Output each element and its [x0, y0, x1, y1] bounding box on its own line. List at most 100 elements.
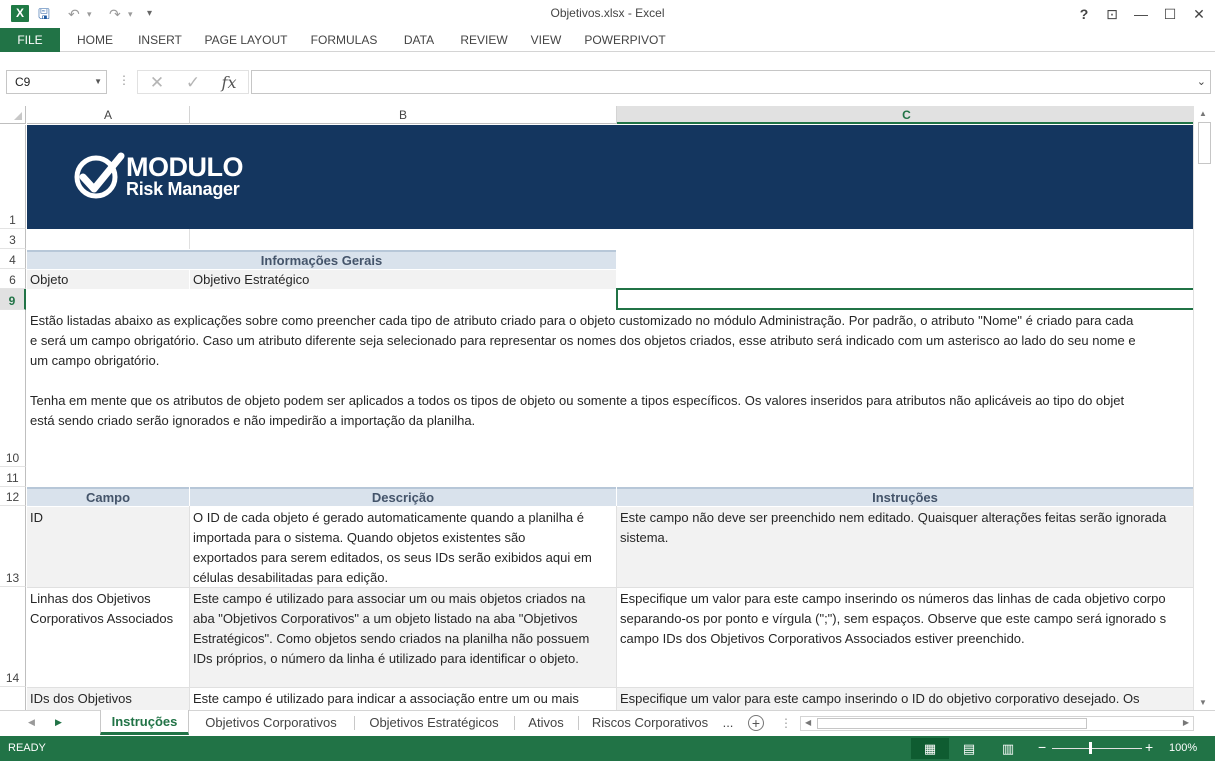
vertical-scroll-thumb[interactable] [1198, 122, 1211, 164]
row-header-15[interactable] [0, 687, 26, 710]
tab-view[interactable]: VIEW [523, 28, 569, 52]
close-icon[interactable]: ✕ [1185, 3, 1213, 25]
minimize-icon[interactable]: — [1127, 3, 1155, 25]
table-cell-campo[interactable]: Linhas dos Objetivos Corporativos Associ… [27, 588, 189, 687]
zoom-level[interactable]: 100% [1169, 742, 1197, 754]
scroll-left-icon[interactable]: ◀ [805, 718, 811, 727]
scroll-down-icon[interactable]: ▼ [1199, 698, 1207, 707]
previous-sheet-icon[interactable]: ◀ [28, 717, 35, 728]
table-header-descricao[interactable]: Descrição [190, 487, 616, 506]
table-cell-instrucoes[interactable]: Especifique um valor para este campo ins… [617, 588, 1193, 687]
info-label-cell[interactable]: Objeto [27, 270, 189, 289]
select-all-corner[interactable] [0, 106, 26, 124]
row-header-3[interactable]: 3 [0, 229, 26, 249]
formula-bar: C9 ▼ ⋮ ✕ ✓ fx ⌄ [0, 52, 1215, 106]
tab-data[interactable]: DATA [394, 28, 444, 52]
row-header-11[interactable]: 11 [0, 467, 26, 487]
table-cell-campo[interactable]: IDs dos Objetivos [27, 688, 189, 710]
scroll-up-icon[interactable]: ▲ [1199, 109, 1207, 118]
sheet-tab-objetivos-estrategicos[interactable]: Objetivos Estratégicos [359, 711, 509, 735]
row-header-14[interactable]: 14 [0, 587, 26, 687]
row-header-9[interactable]: 9 [0, 289, 26, 310]
sheet-tab-bar: ◀ ▶ Instruções Objetivos Corporativos Ob… [0, 710, 1215, 736]
row-header-10[interactable]: 10 [0, 310, 26, 467]
gridline [27, 687, 1193, 688]
maximize-icon[interactable]: ☐ [1156, 3, 1184, 25]
sheet-tab-objetivos-corporativos[interactable]: Objetivos Corporativos [193, 711, 349, 735]
zoom-slider-track[interactable] [1052, 748, 1142, 749]
tab-file[interactable]: FILE [0, 28, 60, 52]
table-cell-instrucoes[interactable]: Este campo não deve ser preenchido nem e… [617, 507, 1193, 587]
sheet-tab-ativos[interactable]: Ativos [519, 711, 573, 735]
tab-insert[interactable]: INSERT [131, 28, 189, 52]
scroll-right-icon[interactable]: ▶ [1183, 718, 1189, 727]
row-header-12[interactable]: 12 [0, 487, 26, 506]
tab-review[interactable]: REVIEW [454, 28, 514, 52]
confirm-entry-icon[interactable]: ✓ [178, 72, 208, 94]
row-header-6[interactable]: 6 [0, 269, 26, 289]
page-break-view-icon[interactable]: ▥ [989, 738, 1027, 759]
info-value-cell[interactable]: Objetivo Estratégico [190, 270, 616, 289]
table-cell-instrucoes[interactable]: Especifique um valor para este campo ins… [617, 688, 1193, 710]
worksheet-grid[interactable]: A B C 1 3 4 6 9 10 11 12 13 14 MODULO Ri… [0, 106, 1193, 710]
zoom-in-icon[interactable]: + [1145, 739, 1153, 755]
next-sheet-icon[interactable]: ▶ [55, 717, 62, 728]
table-cell-campo[interactable]: ID [27, 507, 189, 587]
title-bar: X 🖫 ↶ ▾ ↷ ▾ ▾ Objetivos.xlsx - Excel ? ⊡… [0, 0, 1215, 28]
name-box-dropdown-icon[interactable]: ▼ [94, 71, 102, 93]
column-header-c[interactable]: C [617, 106, 1193, 124]
row-header-13[interactable]: 13 [0, 506, 26, 587]
window-title: Objetivos.xlsx - Excel [550, 6, 665, 20]
row-header-4[interactable]: 4 [0, 249, 26, 269]
modulo-check-icon [74, 152, 125, 199]
gridline [189, 506, 190, 710]
expand-formula-bar-icon[interactable]: ⌄ [1197, 75, 1206, 88]
formula-input[interactable]: ⌄ [251, 70, 1211, 94]
page-layout-view-icon[interactable]: ▤ [950, 738, 988, 759]
help-icon[interactable]: ? [1070, 3, 1098, 25]
sheet-tab-instrucoes[interactable]: Instruções [100, 710, 189, 735]
normal-view-icon[interactable]: ▦ [911, 738, 949, 759]
tab-page-layout[interactable]: PAGE LAYOUT [198, 28, 294, 52]
gridline [616, 506, 617, 710]
more-sheets-button[interactable]: ... [718, 711, 738, 735]
ribbon-display-options-icon[interactable]: ⊡ [1098, 3, 1126, 25]
name-box[interactable]: C9 ▼ [6, 70, 107, 94]
formula-buttons: ✕ ✓ fx [137, 70, 249, 94]
table-header-instrucoes[interactable]: Instruções [617, 487, 1193, 506]
table-cell-descricao[interactable]: Este campo é utilizado para associar um … [190, 588, 616, 687]
cancel-entry-icon[interactable]: ✕ [142, 72, 172, 94]
insert-function-icon[interactable]: fx [214, 72, 244, 94]
zoom-slider-knob[interactable] [1089, 742, 1092, 754]
name-box-value: C9 [15, 75, 31, 89]
vertical-scrollbar[interactable]: ▲ ▼ [1193, 106, 1215, 710]
new-sheet-icon[interactable]: + [748, 715, 764, 731]
intro-line: um campo obrigatório. [30, 353, 160, 368]
zoom-out-icon[interactable]: − [1038, 739, 1046, 755]
gridline [27, 587, 1193, 588]
intro-line: está sendo criado serão ignorados e não … [30, 413, 476, 428]
tab-split-handle-icon[interactable]: ⋮ [780, 716, 792, 730]
selected-cell-c9[interactable] [616, 288, 1193, 310]
formula-bar-grip-icon[interactable]: ⋮ [118, 73, 130, 87]
tab-separator [514, 716, 515, 730]
tab-home[interactable]: HOME [68, 28, 122, 52]
info-section-header[interactable]: Informações Gerais [27, 250, 616, 269]
tab-separator [354, 716, 355, 730]
tab-formulas[interactable]: FORMULAS [304, 28, 384, 52]
tab-powerpivot[interactable]: POWERPIVOT [579, 28, 671, 52]
table-cell-descricao[interactable]: Este campo é utilizado para indicar a as… [190, 688, 616, 710]
column-header-b[interactable]: B [190, 106, 617, 124]
sheet-tab-riscos-corporativos[interactable]: Riscos Corporativos [583, 711, 717, 735]
status-ready: READY [8, 742, 46, 754]
horizontal-scrollbar[interactable]: ◀ ▶ [800, 716, 1194, 731]
horizontal-scroll-thumb[interactable] [817, 718, 1087, 729]
table-header-campo[interactable]: Campo [27, 487, 189, 506]
table-cell-descricao[interactable]: O ID de cada objeto é gerado automaticam… [190, 507, 616, 587]
tab-separator [578, 716, 579, 730]
status-bar: READY ▦ ▤ ▥ − + 100% [0, 736, 1215, 761]
header-banner: MODULO Risk Manager [27, 125, 1193, 229]
gridline [189, 229, 190, 249]
row-header-1[interactable]: 1 [0, 125, 26, 229]
column-header-a[interactable]: A [27, 106, 190, 124]
